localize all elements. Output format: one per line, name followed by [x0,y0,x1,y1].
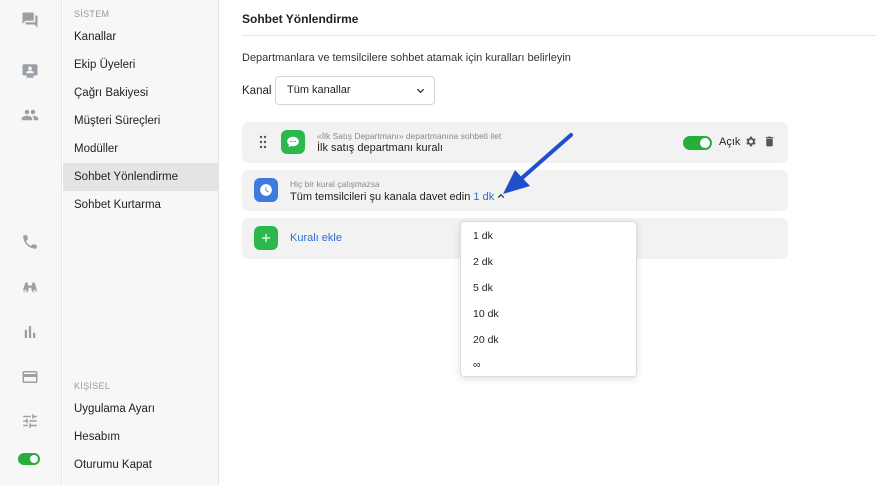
section-label-personal: KİŞİSEL [74,381,111,391]
rule-title: İlk satış departmanı kuralı [317,142,443,154]
main-content: Sohbet Yönlendirme Departmanlara ve tems… [220,0,877,485]
chevron-down-icon [416,88,425,94]
binoculars-icon[interactable] [20,277,40,297]
dropdown-option-5dk[interactable]: 5 dk [473,282,493,294]
add-rule-button[interactable]: Kuralı ekle [290,232,342,244]
dropdown-option-infinity[interactable]: ∞ [473,359,481,371]
divider [242,35,876,36]
page-title: Sohbet Yönlendirme [242,12,359,26]
channel-select-value: Tüm kanallar [287,84,351,96]
sliders-icon[interactable] [20,411,40,431]
sidebar-item-musteri-surecleri[interactable]: Müşteri Süreçleri [63,107,219,135]
dropdown-option-10dk[interactable]: 10 dk [473,308,499,320]
sidebar-item-sohbet-kurtarma[interactable]: Sohbet Kurtarma [63,191,219,219]
sidebar-item-sohbet-yonlendirme[interactable]: Sohbet Yönlendirme [63,163,219,191]
sidebar-item-oturumu-kapat[interactable]: Oturumu Kapat [63,451,219,479]
sidebar-item-moduller[interactable]: Modüller [63,135,219,163]
gear-icon[interactable] [744,135,757,148]
toggle-icon[interactable] [18,453,40,465]
rule-card-first-sales[interactable]: «İlk Satış Departmanı» departmanına sohb… [242,122,788,163]
rule-subtitle: Hiç bir kural çalışmazsa [290,179,380,189]
channel-label: Kanal [242,85,272,97]
icon-rail [0,0,62,485]
rule-card-fallback[interactable]: Hiç bir kural çalışmazsa Tüm temsilciler… [242,170,788,211]
channel-select[interactable]: Tüm kanallar [275,76,435,105]
drag-handle-icon[interactable] [259,135,267,149]
dropdown-option-20dk[interactable]: 20 dk [473,334,499,346]
message-icon [281,130,305,154]
clock-icon [254,178,278,202]
duration-dropdown-trigger[interactable]: 1 dk [473,191,494,203]
team-icon[interactable] [20,105,40,125]
chevron-up-icon[interactable] [497,192,505,200]
section-label-system: SİSTEM [74,9,110,19]
sidebar-item-cagri-bakiyesi[interactable]: Çağrı Bakiyesi [63,79,219,107]
chat-icon[interactable] [20,10,40,30]
rule-active-toggle[interactable] [683,136,712,150]
contacts-icon[interactable] [20,61,40,81]
sidebar-item-uygulama-ayari[interactable]: Uygulama Ayarı [63,395,219,423]
page-description: Departmanlara ve temsilcilere sohbet ata… [242,52,571,64]
rule-title: Tüm temsilcileri şu kanala davet edin 1 … [290,191,505,203]
duration-dropdown-menu: 1 dk 2 dk 5 dk 10 dk 20 dk ∞ [460,221,637,377]
dropdown-option-1dk[interactable]: 1 dk [473,230,493,242]
settings-sidebar: SİSTEM Kanallar Ekip Üyeleri Çağrı Bakiy… [63,0,219,485]
rule-toggle-label: Açık [719,136,741,148]
bar-chart-icon[interactable] [20,322,40,342]
plus-icon [254,226,278,250]
card-icon[interactable] [20,367,40,387]
rule-subtitle: «İlk Satış Departmanı» departmanına sohb… [317,131,502,141]
sidebar-item-hesabim[interactable]: Hesabım [63,423,219,451]
phone-icon[interactable] [20,232,40,252]
sidebar-item-ekip-uyeleri[interactable]: Ekip Üyeleri [63,51,219,79]
dropdown-option-2dk[interactable]: 2 dk [473,256,493,268]
trash-icon[interactable] [763,135,776,148]
sidebar-item-kanallar[interactable]: Kanallar [63,23,219,51]
rule-title-text: Tüm temsilcileri şu kanala davet edin [290,191,471,203]
